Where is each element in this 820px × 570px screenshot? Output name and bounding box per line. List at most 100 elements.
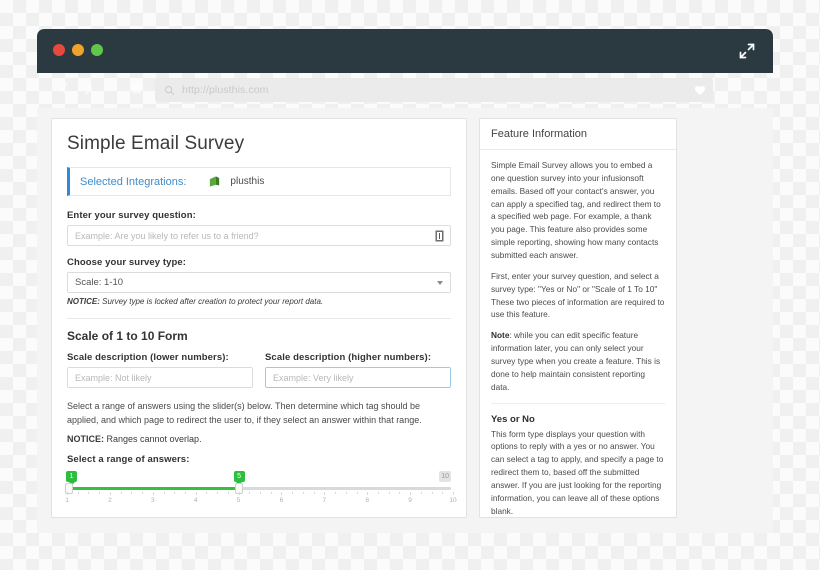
slider-tick-label: 6 (279, 497, 284, 504)
slider-tick-label: 10 (449, 497, 457, 504)
slider-minor-tickmark (184, 492, 186, 494)
browser-titlebar (37, 29, 773, 73)
survey-type-label: Choose your survey type: (67, 257, 187, 268)
slider-minor-tickmark (99, 492, 101, 494)
plusthis-name-label: plusthis (230, 176, 265, 187)
slider-minor-tickmark (142, 492, 144, 494)
slider-minor-tickmark (217, 492, 219, 494)
slider-minor-tickmark (399, 492, 401, 494)
slider-tick-label: 3 (150, 497, 155, 504)
feature-note-text: : while you can edit specific feature in… (491, 330, 661, 392)
slider-minor-tickmark (260, 492, 261, 494)
url-bar[interactable]: http://plusthis.com (155, 78, 713, 102)
select-range-label: Select a range of answers: (67, 454, 190, 465)
slider-minor-tickmark (431, 492, 433, 494)
scale-higher-label: Scale description (higher numbers): (265, 352, 432, 363)
page-title: Simple Email Survey (67, 133, 245, 154)
range-help-text: Select a range of answers using the slid… (67, 401, 422, 425)
slider-tickmark (238, 492, 240, 495)
slider-minor-tickmark (377, 492, 379, 494)
scale-lower-input[interactable]: Example: Not likely (67, 367, 253, 388)
slider-tickmark (281, 492, 283, 495)
feature-note-bold: Note (491, 330, 510, 341)
selected-integrations-label: Selected Integrations: (80, 175, 187, 188)
slider-tickmark (109, 492, 111, 495)
slider-tickmark (453, 492, 454, 495)
slider-tick-label: 2 (108, 497, 112, 504)
screenshot-stage: http://plusthis.com Simple Email Survey … (0, 0, 820, 570)
slider-minor-tickmark (388, 492, 390, 494)
window-controls[interactable] (53, 44, 103, 56)
heart-bookmark-icon[interactable] (693, 83, 707, 97)
forward-arrow-icon[interactable] (81, 81, 96, 96)
slider-tickmark (195, 492, 197, 495)
maximize-window-button[interactable] (91, 44, 103, 56)
plusthis-logo-icon (210, 176, 220, 187)
survey-type-notice-bold: NOTICE: (67, 297, 100, 306)
chevron-down-icon (437, 280, 443, 285)
yes-or-no-heading: Yes or No (491, 413, 535, 425)
home-icon[interactable] (129, 80, 145, 96)
slider-minor-tickmark (356, 492, 358, 494)
slider-tickmark (324, 492, 326, 495)
scale-lower-placeholder: Example: Not likely (75, 372, 152, 383)
search-icon (164, 85, 175, 95)
survey-question-placeholder: Example: Are you likely to refer us to a… (75, 230, 259, 241)
slider-minor-tickmark (131, 492, 133, 494)
slider-minor-tickmark (292, 492, 294, 494)
slider-minor-tickmark (302, 492, 304, 494)
browser-navbar: http://plusthis.com (37, 73, 773, 108)
browser-window: http://plusthis.com Simple Email Survey … (37, 29, 773, 533)
feature-information-body: Simple Email Survey allows you to embed … (480, 150, 676, 517)
slider-tick-label: 4 (193, 497, 198, 504)
slider-minor-tickmark (88, 492, 90, 494)
slider-tick-label: 7 (322, 497, 327, 504)
slider-minor-tickmark (77, 492, 79, 494)
slider-minor-tickmark (249, 492, 251, 494)
slider-tickmark (367, 492, 369, 495)
scale-lower-group: Scale description (lower numbers): Examp… (67, 352, 253, 388)
slider-minor-tickmark (163, 492, 165, 494)
close-window-button[interactable] (53, 44, 65, 56)
slider-minor-tickmark (227, 492, 229, 494)
survey-question-input[interactable]: Example: Are you likely to refer us to a… (67, 225, 451, 246)
slider-tick-label: 5 (236, 497, 241, 504)
slider-minor-tickmark (420, 492, 422, 494)
range-slider[interactable]: 1 5 10 1 2 3 4 5 6 7 8 9 10 (65, 471, 457, 509)
url-text: http://plusthis.com (182, 84, 269, 96)
slider-max-badge: 10 (439, 471, 451, 482)
survey-question-label: Enter your survey question: (67, 210, 196, 221)
survey-type-select[interactable]: Scale: 1-10 (67, 272, 451, 293)
survey-form-card: Simple Email Survey Selected Integration… (51, 118, 467, 518)
slider-minor-tickmark (313, 492, 315, 494)
feature-intro-paragraph-1: Simple Email Survey allows you to embed … (491, 160, 661, 261)
survey-type-field-group: Choose your survey type: Scale: 1-10 NOT… (67, 257, 451, 306)
scale-higher-group: Scale description (higher numbers): Exam… (265, 352, 451, 388)
overlap-notice: NOTICE: Ranges cannot overlap. (67, 434, 451, 444)
merge-field-icon[interactable] (435, 230, 444, 242)
slider-minor-tickmark (335, 492, 337, 494)
slider-tickmark (67, 492, 68, 495)
expand-icon[interactable] (738, 42, 756, 60)
feature-information-card: Feature Information Simple Email Survey … (479, 118, 677, 518)
slider-minor-tickmark (345, 492, 347, 494)
scale-form-title: Scale of 1 to 10 Form (67, 329, 188, 343)
back-arrow-icon[interactable] (57, 81, 72, 96)
section-divider (67, 318, 451, 319)
slider-tickmark (152, 492, 154, 495)
slider-tick-label: 9 (408, 497, 412, 504)
survey-question-field-group: Enter your survey question: Example: Are… (67, 210, 451, 246)
yes-or-no-text: This form type displays your question wi… (491, 428, 664, 516)
scale-higher-input[interactable]: Example: Very likely (265, 367, 451, 388)
minimize-window-button[interactable] (72, 44, 84, 56)
overlap-notice-bold: NOTICE: (67, 434, 104, 444)
page-content: Simple Email Survey Selected Integration… (37, 108, 773, 533)
slider-minor-tickmark (120, 492, 122, 494)
selected-integrations-row: Selected Integrations: plusthis (67, 167, 451, 196)
slider-minor-tickmark (442, 492, 444, 494)
survey-type-value: Scale: 1-10 (75, 277, 124, 288)
survey-type-notice-text: Survey type is locked after creation to … (99, 297, 324, 306)
overlap-notice-text: Ranges cannot overlap. (104, 434, 202, 444)
scale-descriptions-row: Scale description (lower numbers): Examp… (67, 352, 451, 388)
slider-tickmark (410, 492, 412, 495)
